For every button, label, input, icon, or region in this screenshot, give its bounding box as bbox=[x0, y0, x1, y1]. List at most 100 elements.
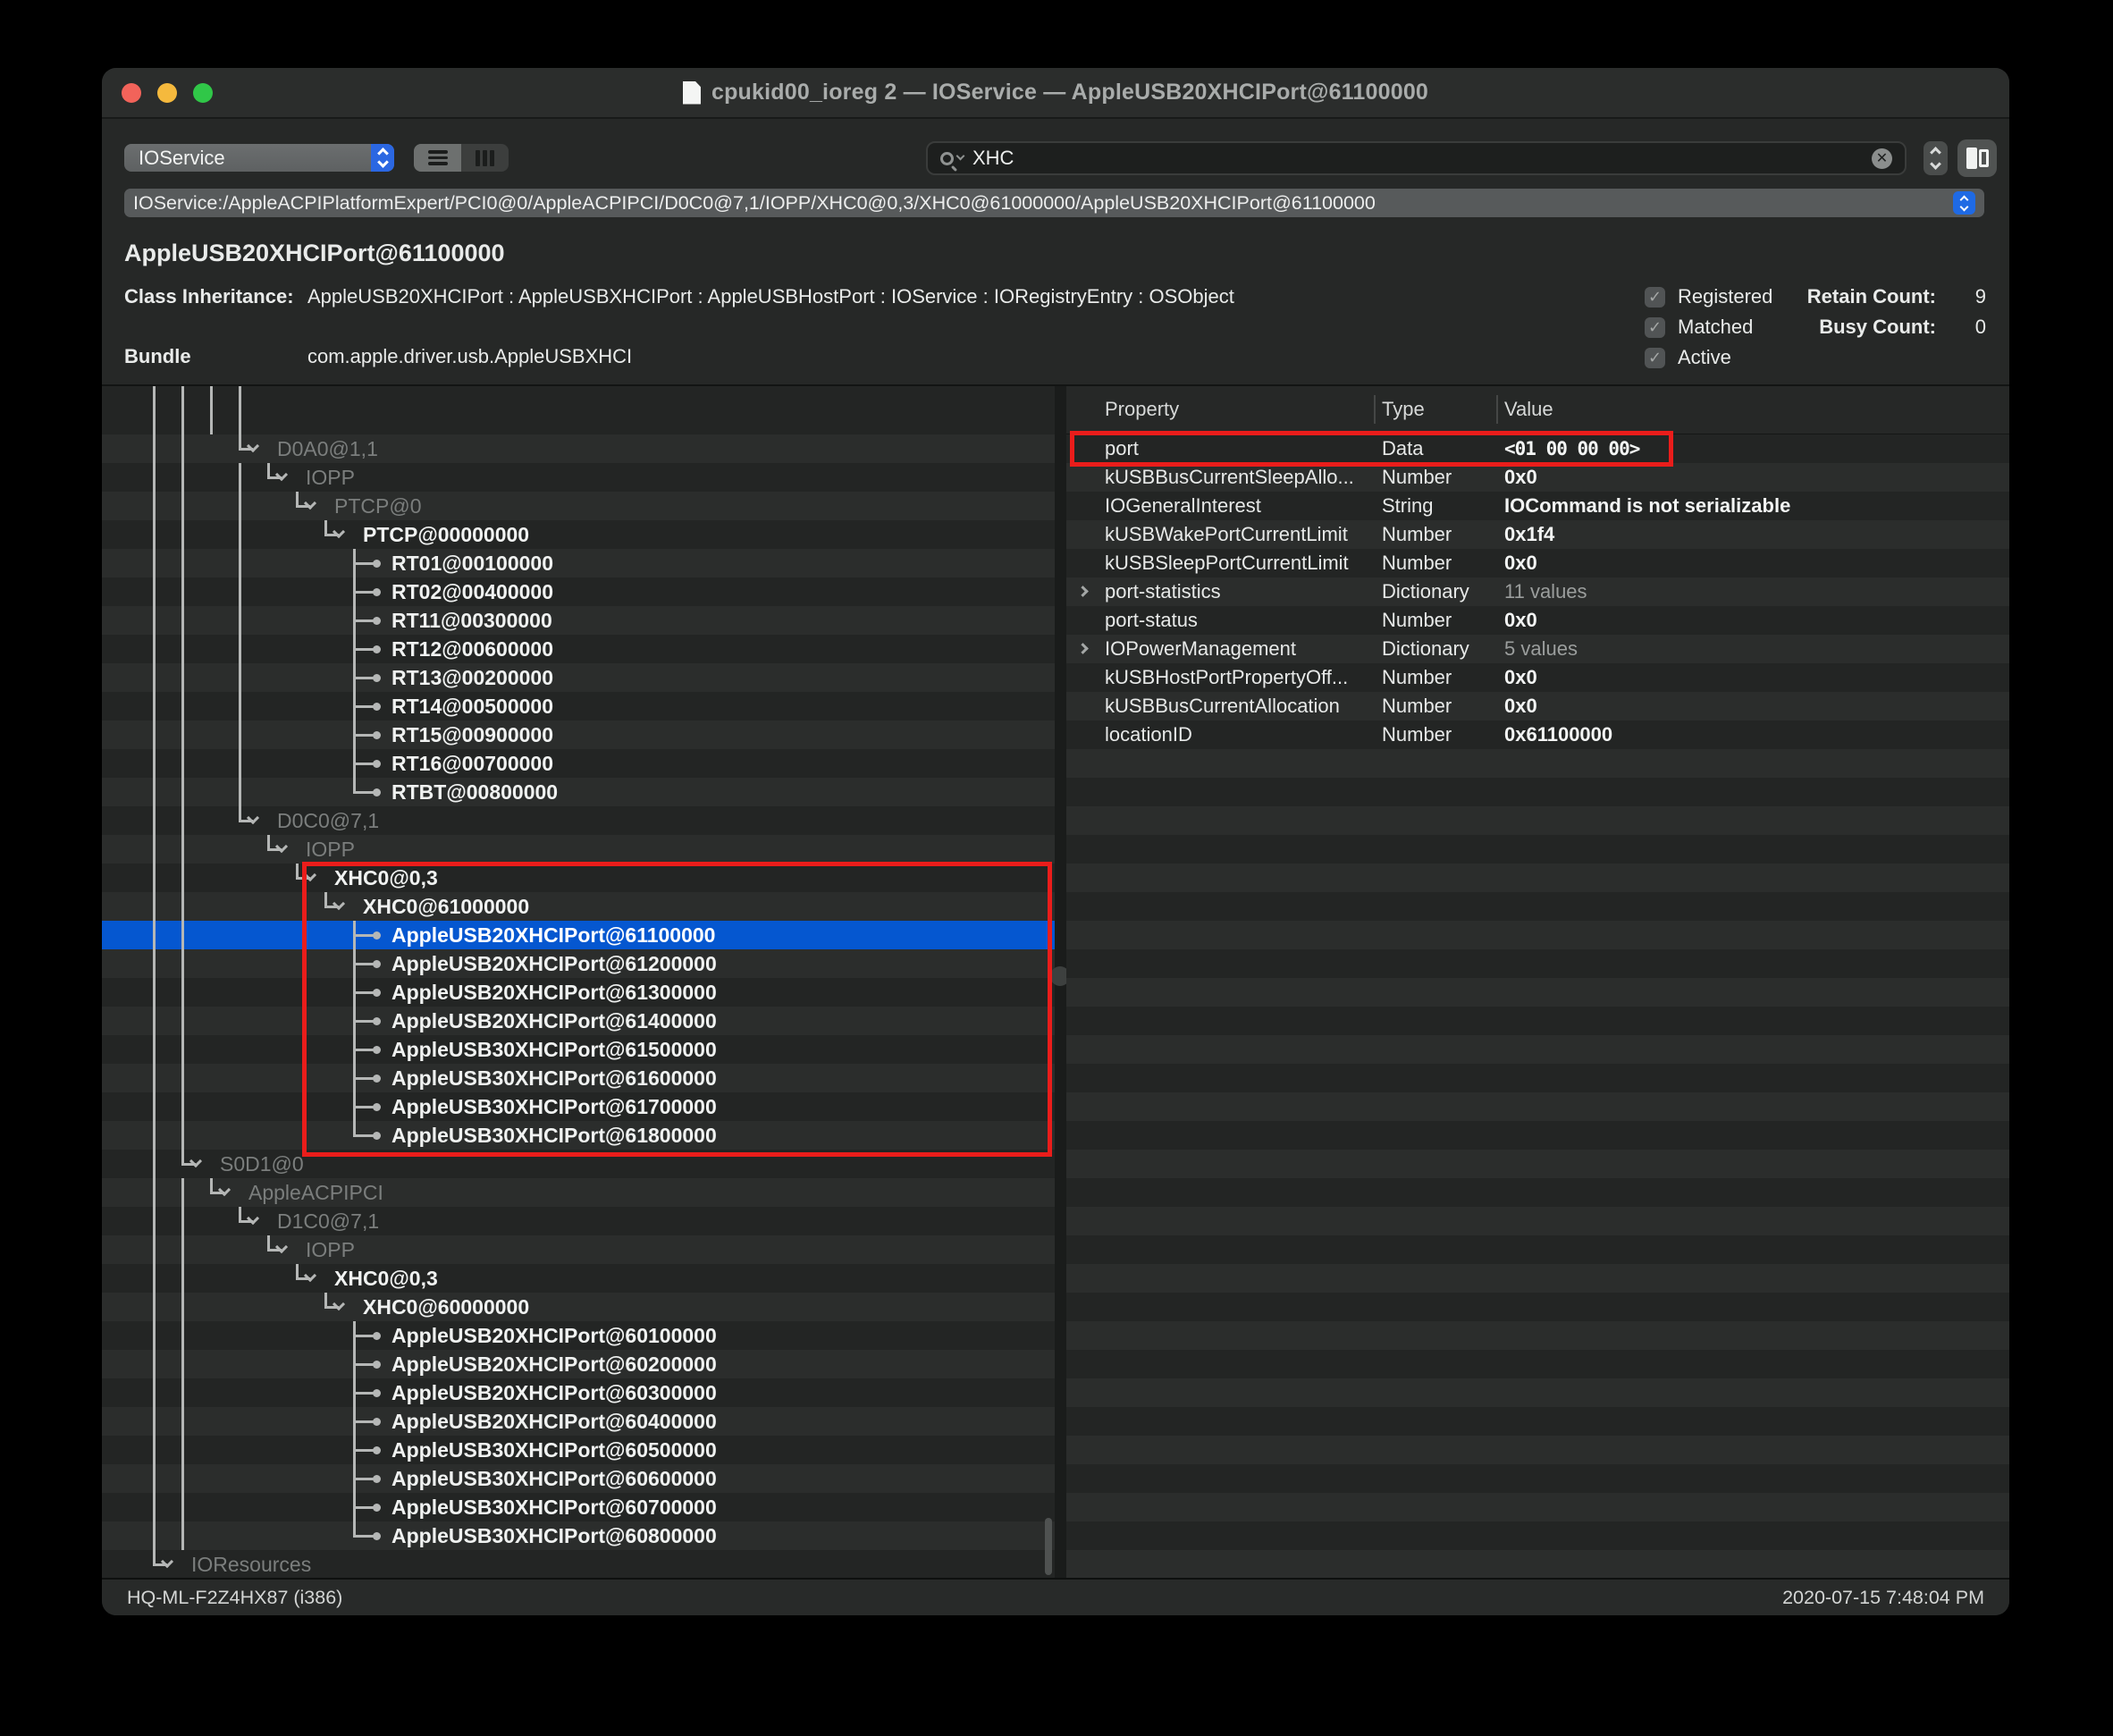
tree-row[interactable]: RTBT@00800000 bbox=[102, 778, 1055, 806]
tree-row[interactable]: AppleUSB30XHCIPort@61700000 bbox=[102, 1092, 1055, 1121]
search-scope-chevron-icon[interactable] bbox=[956, 151, 965, 160]
checkbox-registered[interactable]: ✓ bbox=[1645, 287, 1665, 308]
tree-row[interactable]: RT11@00300000 bbox=[102, 606, 1055, 635]
table-row[interactable]: portData<01 00 00 00> bbox=[1066, 434, 2009, 463]
tree-node-label[interactable]: AppleACPIPCI bbox=[248, 1178, 383, 1207]
tree-row[interactable]: AppleUSB20XHCIPort@61200000 bbox=[102, 949, 1055, 978]
column-separator[interactable] bbox=[1496, 395, 1498, 424]
tree-row[interactable]: RT01@00100000 bbox=[102, 549, 1055, 577]
tree-row[interactable]: XHC0@60000000 bbox=[102, 1293, 1055, 1321]
previous-result-icon[interactable] bbox=[1930, 147, 1941, 158]
tree-node-label[interactable]: AppleUSB20XHCIPort@61300000 bbox=[391, 978, 717, 1007]
tree-node-label[interactable]: XHC0@61000000 bbox=[363, 892, 529, 921]
table-row[interactable]: port-statusNumber0x0 bbox=[1066, 606, 2009, 635]
tree-row[interactable]: RT13@00200000 bbox=[102, 663, 1055, 692]
search-result-stepper[interactable] bbox=[1924, 141, 1948, 175]
minimize-window-button[interactable] bbox=[157, 83, 177, 103]
tree-node-label[interactable]: IOPP bbox=[306, 463, 355, 492]
tree-row[interactable]: AppleUSB20XHCIPort@60400000 bbox=[102, 1407, 1055, 1436]
tree-node-label[interactable]: RTBT@00800000 bbox=[391, 778, 558, 806]
search-input-value[interactable]: XHC bbox=[972, 147, 1872, 170]
tree-row[interactable]: XHC0@61000000 bbox=[102, 892, 1055, 921]
tree-row[interactable]: IOResources bbox=[102, 1550, 1055, 1578]
tree-row[interactable]: AppleUSB20XHCIPort@61300000 bbox=[102, 978, 1055, 1007]
column-header-property[interactable]: Property bbox=[1105, 386, 1179, 433]
tree-node-label[interactable]: AppleUSB30XHCIPort@60500000 bbox=[391, 1436, 717, 1464]
column-separator[interactable] bbox=[1374, 395, 1376, 424]
path-stepper-icon[interactable] bbox=[1953, 191, 1975, 215]
tree-node-label[interactable]: AppleUSB20XHCIPort@60400000 bbox=[391, 1407, 717, 1436]
tree-node-label[interactable]: RT02@00400000 bbox=[391, 577, 553, 606]
tree-node-label[interactable]: RT01@00100000 bbox=[391, 549, 553, 577]
table-row[interactable]: locationIDNumber0x61100000 bbox=[1066, 721, 2009, 749]
table-row[interactable]: IOGeneralInterestStringIOCommand is not … bbox=[1066, 492, 2009, 520]
tree-row[interactable]: IOPP bbox=[102, 835, 1055, 864]
tree-node-label[interactable]: RT12@00600000 bbox=[391, 635, 553, 663]
tree-node-label[interactable]: RT11@00300000 bbox=[391, 606, 552, 635]
tree-row[interactable]: RT12@00600000 bbox=[102, 635, 1055, 663]
table-row[interactable]: kUSBHostPortPropertyOff...Number0x0 bbox=[1066, 663, 2009, 692]
tree-row[interactable]: AppleUSB30XHCIPort@61800000 bbox=[102, 1121, 1055, 1150]
tree-row[interactable]: IOPP bbox=[102, 1235, 1055, 1264]
tree-row[interactable]: AppleUSB20XHCIPort@61100000 bbox=[102, 921, 1055, 949]
title-bar[interactable]: cpukid00_ioreg 2 — IOService — AppleUSB2… bbox=[102, 68, 2009, 119]
tree-row[interactable]: XHC0@0,3 bbox=[102, 1264, 1055, 1293]
tree-node-label[interactable]: AppleUSB30XHCIPort@60600000 bbox=[391, 1464, 717, 1493]
tree-node-label[interactable]: RT16@00700000 bbox=[391, 749, 553, 778]
tree-row[interactable]: AppleUSB30XHCIPort@60700000 bbox=[102, 1493, 1055, 1521]
tree-node-label[interactable]: XHC0@60000000 bbox=[363, 1293, 529, 1321]
tree-node-label[interactable]: RT14@00500000 bbox=[391, 692, 553, 721]
table-row[interactable]: IOPowerManagementDictionary5 values bbox=[1066, 635, 2009, 663]
checkbox-matched[interactable]: ✓ bbox=[1645, 317, 1665, 338]
tree-row[interactable]: AppleUSB30XHCIPort@61600000 bbox=[102, 1064, 1055, 1092]
tree-node-label[interactable]: PTCP@0 bbox=[334, 492, 421, 520]
tree-node-label[interactable]: D0A0@1,1 bbox=[277, 434, 378, 463]
tree-node-label[interactable]: AppleUSB30XHCIPort@60700000 bbox=[391, 1493, 717, 1521]
tree-node-label[interactable]: IOPP bbox=[306, 1235, 355, 1264]
tree-node-label[interactable]: AppleUSB20XHCIPort@61400000 bbox=[391, 1007, 717, 1035]
tree-row[interactable]: IOPP bbox=[102, 463, 1055, 492]
table-row[interactable]: kUSBSleepPortCurrentLimitNumber0x0 bbox=[1066, 549, 2009, 577]
disclosure-closed-icon[interactable] bbox=[1077, 643, 1089, 654]
tree-row[interactable]: AppleUSB20XHCIPort@61400000 bbox=[102, 1007, 1055, 1035]
tree-node-label[interactable]: AppleUSB20XHCIPort@60300000 bbox=[391, 1378, 717, 1407]
tree-row[interactable]: PTCP@00000000 bbox=[102, 520, 1055, 549]
disclosure-closed-icon[interactable] bbox=[1077, 586, 1089, 597]
table-row[interactable]: kUSBWakePortCurrentLimitNumber0x1f4 bbox=[1066, 520, 2009, 549]
tree-node-label[interactable]: XHC0@0,3 bbox=[334, 864, 438, 892]
checkbox-active[interactable]: ✓ bbox=[1645, 348, 1665, 368]
tree-row[interactable]: AppleUSB30XHCIPort@60800000 bbox=[102, 1521, 1055, 1550]
tree-row[interactable]: PTCP@0 bbox=[102, 492, 1055, 520]
tree-node-label[interactable]: PTCP@00000000 bbox=[363, 520, 529, 549]
path-bar[interactable]: IOService:/AppleACPIPlatformExpert/PCI0@… bbox=[124, 189, 1984, 217]
tree-node-label[interactable]: AppleUSB30XHCIPort@61500000 bbox=[391, 1035, 717, 1064]
toggle-inspector-button[interactable] bbox=[1957, 139, 1997, 177]
tree-row[interactable]: RT15@00900000 bbox=[102, 721, 1055, 749]
checkbox-row-active[interactable]: ✓Active bbox=[1645, 346, 1731, 369]
next-result-icon[interactable] bbox=[1930, 158, 1941, 170]
tree-node-label[interactable]: AppleUSB30XHCIPort@61700000 bbox=[391, 1092, 717, 1121]
tree-row[interactable]: AppleACPIPCI bbox=[102, 1178, 1055, 1207]
search-field[interactable]: XHC ✕ bbox=[926, 141, 1907, 175]
tree-row[interactable]: AppleUSB30XHCIPort@60500000 bbox=[102, 1436, 1055, 1464]
tree-row[interactable]: RT16@00700000 bbox=[102, 749, 1055, 778]
tree-row[interactable]: XHC0@0,3 bbox=[102, 864, 1055, 892]
tree-row[interactable]: AppleUSB20XHCIPort@60200000 bbox=[102, 1350, 1055, 1378]
tree-row[interactable]: RT14@00500000 bbox=[102, 692, 1055, 721]
table-row[interactable]: port-statisticsDictionary11 values bbox=[1066, 577, 2009, 606]
table-row[interactable]: kUSBBusCurrentAllocationNumber0x0 bbox=[1066, 692, 2009, 721]
tree-row[interactable]: RT02@00400000 bbox=[102, 577, 1055, 606]
tree-node-label[interactable]: RT15@00900000 bbox=[391, 721, 553, 749]
tree-node-label[interactable]: AppleUSB20XHCIPort@60200000 bbox=[391, 1350, 717, 1378]
tree-row[interactable]: D1C0@7,1 bbox=[102, 1207, 1055, 1235]
tree-node-label[interactable]: RT13@00200000 bbox=[391, 663, 553, 692]
tree-node-label[interactable]: D0C0@7,1 bbox=[277, 806, 379, 835]
plane-popup-button[interactable]: IOService bbox=[124, 144, 394, 172]
tree-node-label[interactable]: S0D1@0 bbox=[220, 1150, 304, 1178]
table-row[interactable]: kUSBBusCurrentSleepAllo...Number0x0 bbox=[1066, 463, 2009, 492]
tree-node-label[interactable]: IOPP bbox=[306, 835, 355, 864]
tree-row[interactable]: D0C0@7,1 bbox=[102, 806, 1055, 835]
column-view-button[interactable] bbox=[461, 144, 509, 172]
clear-search-icon[interactable]: ✕ bbox=[1872, 148, 1892, 169]
tree-node-label[interactable]: XHC0@0,3 bbox=[334, 1264, 438, 1293]
